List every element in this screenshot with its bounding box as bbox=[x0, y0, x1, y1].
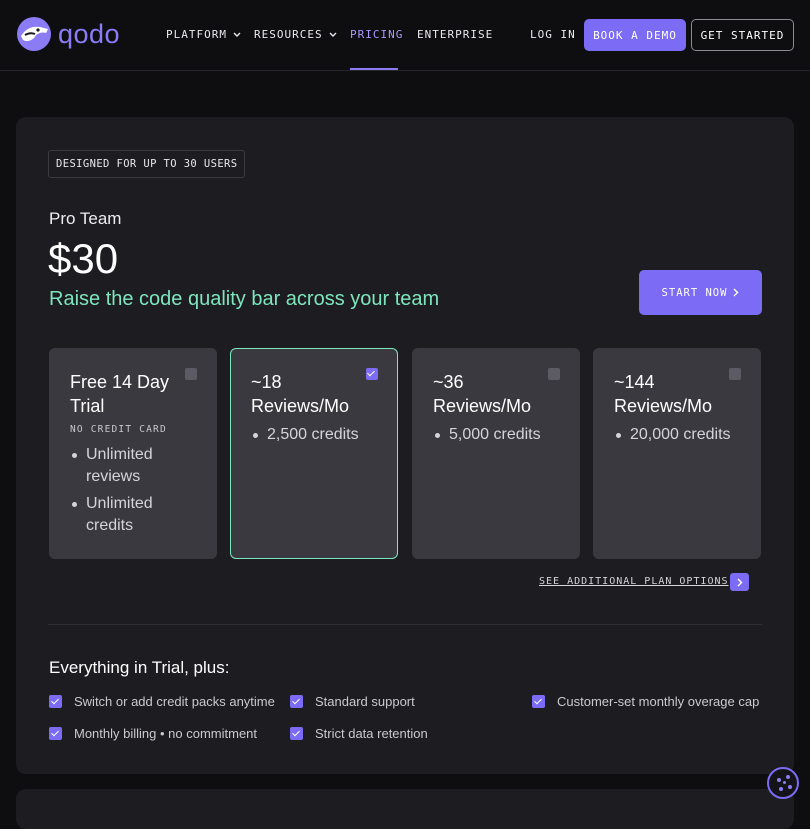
checkbox-checked-icon bbox=[290, 695, 303, 708]
tier-144-reviews[interactable]: ~144 Reviews/Mo 20,000 credits bbox=[593, 348, 761, 559]
chevron-down-icon bbox=[329, 32, 337, 37]
tier-18-reviews[interactable]: ~18 Reviews/Mo 2,500 credits bbox=[230, 348, 398, 559]
tier-bullet: 2,500 credits bbox=[251, 424, 381, 446]
checkbox-checked-icon bbox=[49, 727, 62, 740]
features-heading: Everything in Trial, plus: bbox=[49, 658, 230, 677]
checkbox-checked-icon bbox=[49, 695, 62, 708]
feature-item: Standard support bbox=[290, 694, 415, 709]
feature-item: Switch or add credit packs anytime bbox=[49, 694, 275, 709]
chevron-right-icon bbox=[733, 288, 739, 297]
login-link[interactable]: LOG IN bbox=[530, 28, 576, 41]
start-now-label: START NOW bbox=[661, 286, 728, 299]
logo[interactable]: qodo bbox=[16, 16, 120, 52]
login-label: LOG IN bbox=[530, 28, 576, 41]
tier-36-reviews[interactable]: ~36 Reviews/Mo 5,000 credits bbox=[412, 348, 580, 559]
nav-enterprise[interactable]: ENTERPRISE bbox=[417, 28, 493, 41]
nav-platform-label: PLATFORM bbox=[166, 28, 227, 41]
next-plan-card bbox=[16, 789, 794, 829]
tier-title: ~18 Reviews/Mo bbox=[251, 372, 350, 416]
start-now-button[interactable]: START NOW bbox=[639, 270, 762, 315]
checkbox-checked-icon bbox=[532, 695, 545, 708]
tier-bullets: 20,000 credits bbox=[614, 424, 744, 451]
feature-label: Monthly billing • no commitment bbox=[74, 726, 258, 741]
cookie-icon[interactable] bbox=[767, 767, 799, 799]
tier-bullet: 20,000 credits bbox=[614, 424, 744, 446]
tier-bullets: Unlimited reviews Unlimited credits bbox=[70, 444, 200, 542]
feature-label: Switch or add credit packs anytime bbox=[74, 694, 275, 709]
tier-checkbox[interactable] bbox=[185, 368, 197, 380]
get-started-button[interactable]: GET STARTED bbox=[691, 19, 794, 51]
nav-pricing-label: PRICING bbox=[350, 28, 404, 41]
additional-plan-options-button[interactable] bbox=[730, 573, 749, 591]
tier-title: Free 14 Day Trial bbox=[70, 372, 170, 416]
tier-bullets: 5,000 credits bbox=[433, 424, 563, 451]
pro-team-plan-card: DESIGNED FOR UP TO 30 USERS Pro Team $30… bbox=[16, 117, 794, 774]
feature-item: Monthly billing • no commitment bbox=[49, 726, 257, 741]
chevron-down-icon bbox=[233, 32, 241, 37]
feature-label: Customer-set monthly overage cap bbox=[557, 694, 760, 709]
active-tab-indicator bbox=[350, 68, 398, 70]
additional-plan-options-link[interactable]: SEE ADDITIONAL PLAN OPTIONS bbox=[539, 576, 729, 587]
user-limit-badge: DESIGNED FOR UP TO 30 USERS bbox=[48, 150, 246, 178]
book-demo-button[interactable]: BOOK A DEMO bbox=[584, 19, 686, 51]
tier-bullet: Unlimited credits bbox=[70, 493, 200, 537]
tier-bullet: Unlimited reviews bbox=[70, 444, 200, 488]
logo-text: qodo bbox=[58, 18, 121, 49]
nav-enterprise-label: ENTERPRISE bbox=[417, 28, 494, 41]
plan-name: Pro Team bbox=[49, 209, 122, 228]
top-nav: qodo PLATFORM RESOURCES PRICING ENTERPRI… bbox=[0, 0, 810, 71]
qodo-logo-icon bbox=[17, 17, 51, 51]
checkbox-checked-icon bbox=[290, 727, 303, 740]
tier-title: ~144 Reviews/Mo bbox=[614, 372, 713, 416]
tier-title: ~36 Reviews/Mo bbox=[433, 372, 532, 416]
checkbox-checked-icon[interactable] bbox=[366, 368, 378, 380]
feature-label: Strict data retention bbox=[315, 726, 428, 741]
tier-bullet: 5,000 credits bbox=[433, 424, 563, 446]
tier-bullets: 2,500 credits bbox=[251, 424, 381, 451]
nav-resources[interactable]: RESOURCES bbox=[254, 28, 337, 41]
chevron-right-icon bbox=[737, 578, 742, 586]
plan-price: $30 bbox=[48, 235, 119, 282]
plan-tagline: Raise the code quality bar across your t… bbox=[49, 288, 440, 310]
feature-label: Standard support bbox=[315, 694, 415, 709]
feature-item: Customer-set monthly overage cap bbox=[532, 694, 759, 709]
feature-item: Strict data retention bbox=[290, 726, 428, 741]
tier-checkbox[interactable] bbox=[548, 368, 560, 380]
tier-checkbox[interactable] bbox=[729, 368, 741, 380]
tier-free-trial[interactable]: Free 14 Day Trial NO CREDIT CARD Unlimit… bbox=[49, 348, 217, 559]
nav-resources-label: RESOURCES bbox=[254, 28, 323, 41]
section-divider bbox=[48, 624, 762, 625]
nav-platform[interactable]: PLATFORM bbox=[166, 28, 241, 41]
nav-pricing[interactable]: PRICING bbox=[350, 28, 403, 41]
tier-subtitle: NO CREDIT CARD bbox=[70, 424, 167, 435]
